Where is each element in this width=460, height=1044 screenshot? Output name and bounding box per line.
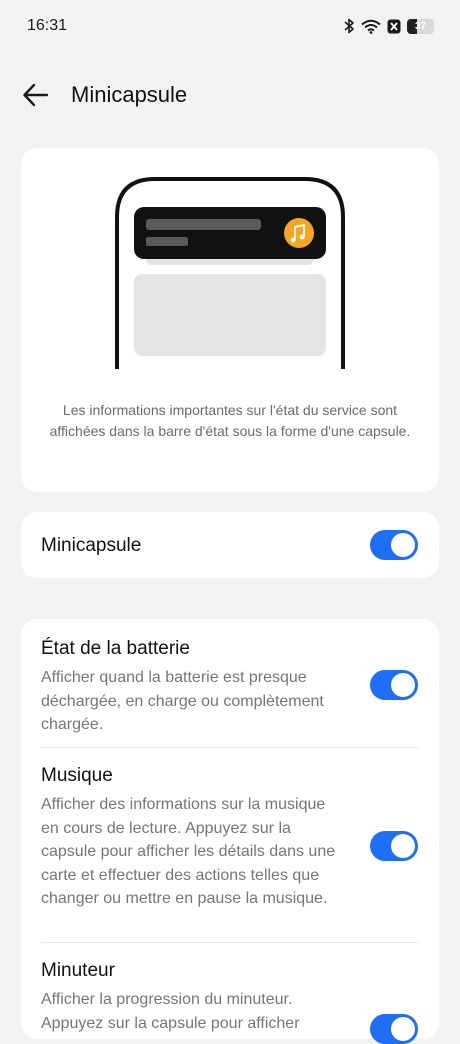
hero-description: Les informations importantes sur l'état …	[49, 402, 411, 439]
timer-toggle[interactable]	[370, 1014, 418, 1044]
status-bar: 16:31 37	[0, 0, 460, 52]
timer-item-description: Afficher la progression du minuteur. App…	[41, 991, 300, 1032]
back-arrow-icon[interactable]	[22, 82, 50, 108]
capsule-options-list: État de la batterie Afficher quand la ba…	[21, 619, 439, 1044]
music-toggle[interactable]	[370, 831, 418, 861]
app-bar: Minicapsule	[0, 70, 460, 120]
status-icons: 37	[344, 18, 434, 34]
bluetooth-icon	[344, 18, 354, 34]
minicapsule-toggle-row[interactable]: Minicapsule	[21, 512, 439, 578]
minicapsule-toggle[interactable]	[370, 530, 418, 560]
divider	[41, 942, 419, 943]
battery-toggle[interactable]	[370, 670, 418, 700]
music-note-icon	[284, 218, 314, 248]
battery-item-title: État de la batterie	[41, 638, 190, 659]
wifi-icon	[361, 19, 381, 34]
illustration-card: Les informations importantes sur l'état …	[21, 148, 439, 492]
battery-level: 37	[414, 20, 427, 32]
minicapsule-label: Minicapsule	[41, 535, 142, 556]
divider	[41, 747, 419, 748]
status-time: 16:31	[27, 17, 68, 34]
music-item-description: Afficher des informations sur la musique…	[41, 796, 336, 907]
battery-icon: 37	[407, 18, 434, 34]
battery-item-description: Afficher quand la batterie est presque d…	[41, 669, 324, 733]
timer-item-title: Minuteur	[41, 960, 115, 981]
notification-icon	[387, 19, 401, 33]
page-title: Minicapsule	[71, 82, 188, 107]
phone-illustration	[115, 177, 345, 369]
music-item-title: Musique	[41, 765, 113, 786]
